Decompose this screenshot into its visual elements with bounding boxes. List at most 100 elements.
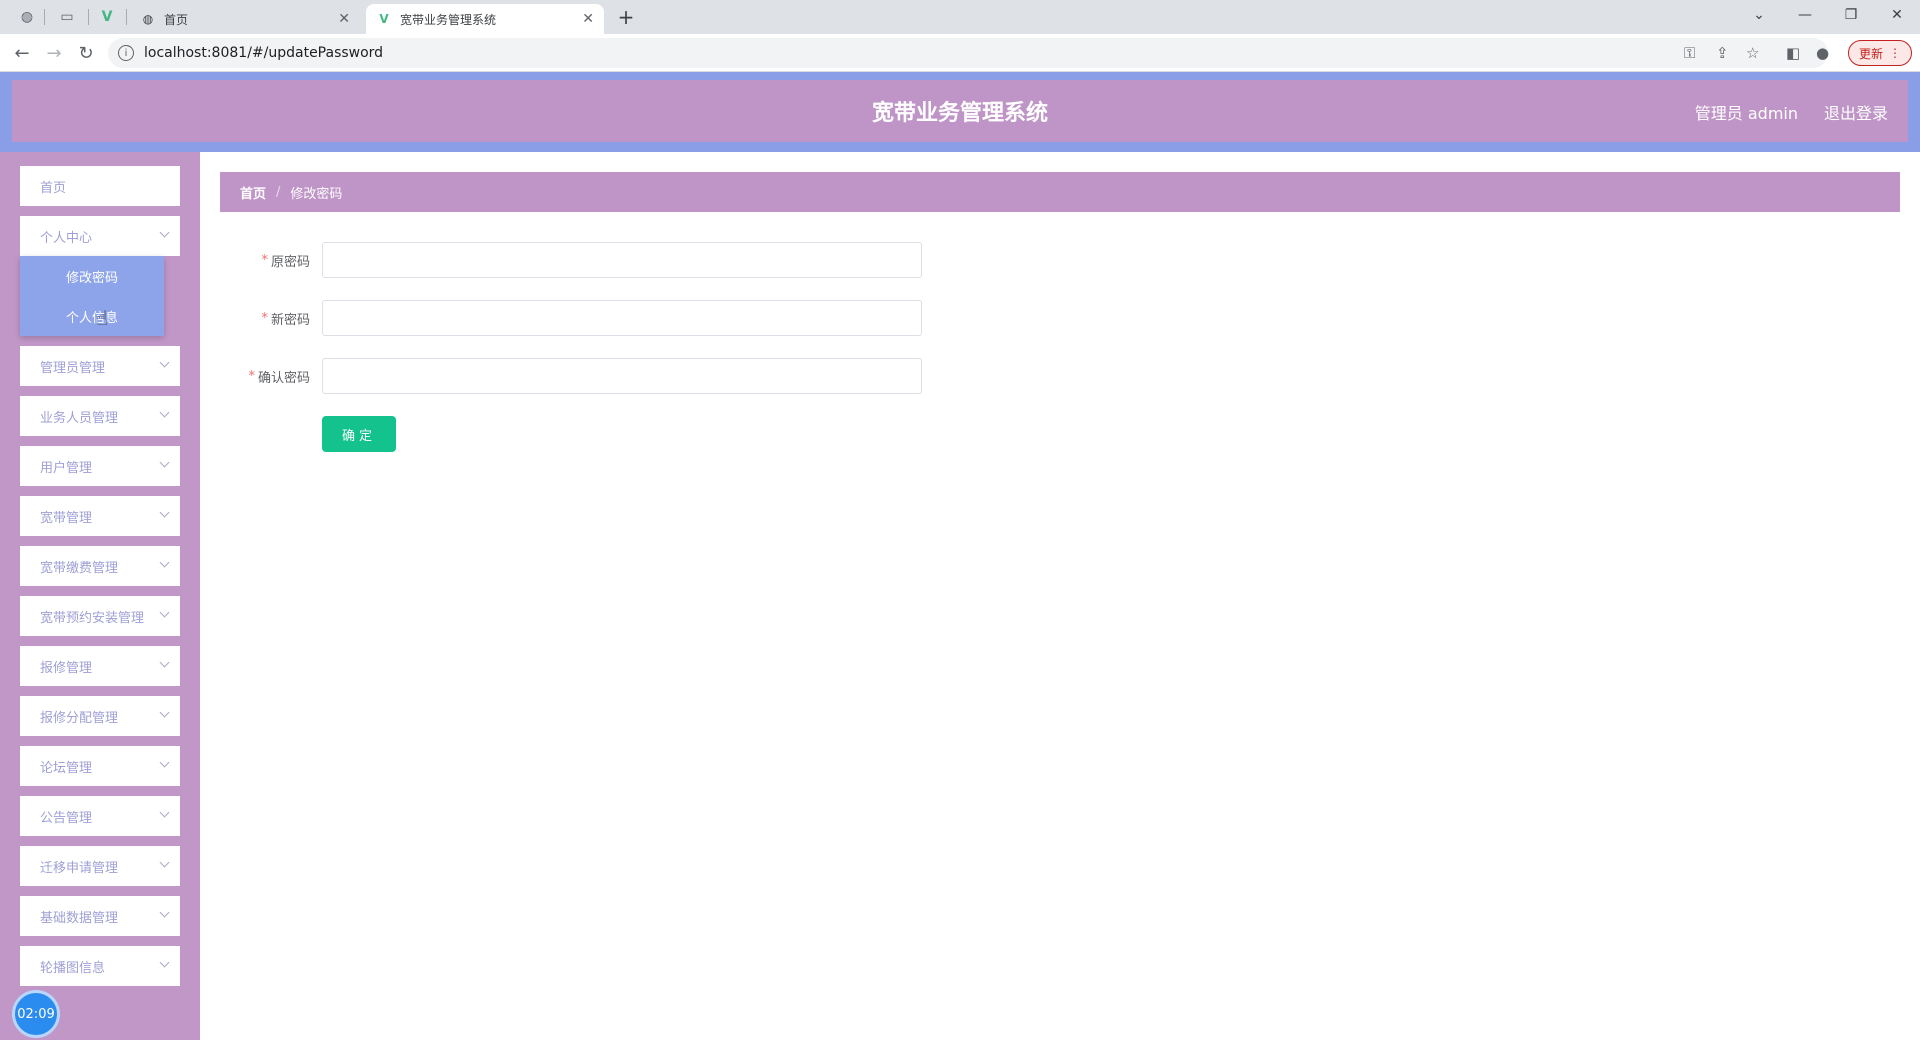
sidebar-item-label: 论坛管理 [40, 760, 93, 776]
chevron-down-icon [159, 457, 170, 468]
confirm-button[interactable]: 确定 [322, 416, 396, 452]
globe-icon[interactable]: ◍ [12, 6, 42, 28]
globe-icon: ◍ [142, 12, 154, 26]
logout-link[interactable]: 退出登录 [1824, 100, 1888, 124]
sidebar-item-carousel[interactable]: 轮播图信息 [20, 946, 180, 986]
tab-search-icon[interactable]: ⌄ [1736, 0, 1782, 30]
sidebar-item-label: 首页 [40, 180, 67, 196]
submenu-item-personal-info[interactable]: 个人信息 [20, 296, 164, 336]
field-label-text: 原密码 [270, 254, 310, 270]
hand-cursor-icon: ☝ [96, 306, 109, 330]
sidebar-item-label: 宽带预约安装管理 [40, 610, 145, 626]
sidebar-item-forum-management[interactable]: 论坛管理 [20, 746, 180, 786]
sidebar-item-repair-assignment[interactable]: 报修分配管理 [20, 696, 180, 736]
confirm-password-label: * 确认密码 [220, 358, 310, 394]
browser-tab-bar: ◍ ▭ V ◍ 首页 ✕ V 宽带业务管理系统 ✕ + ⌄ — ❐ ✕ [0, 0, 1920, 34]
key-icon[interactable]: ⚿ [1684, 44, 1695, 62]
chevron-down-icon [159, 507, 170, 518]
blank-page-icon[interactable]: ▭ [52, 6, 82, 28]
tab-home[interactable]: ◍ 首页 ✕ [130, 4, 360, 34]
sidebar-item-broadband-management[interactable]: 宽带管理 [20, 496, 180, 536]
tab-separator [44, 9, 45, 25]
sidebar-item-label: 迁移申请管理 [40, 860, 119, 876]
main-content: 首页 / 修改密码 * 原密码 * 新密码 * 确认密码 确定 [200, 152, 1920, 1040]
vue-icon[interactable]: V [92, 6, 122, 28]
info-icon[interactable]: i [118, 45, 134, 61]
reload-icon[interactable]: ↻ [72, 40, 100, 66]
address-bar[interactable]: i localhost:8081/#/updatePassword [108, 38, 1828, 68]
sidebar-item-label: 管理员管理 [40, 360, 106, 376]
side-panel-icon[interactable]: ◧ [1786, 44, 1800, 62]
breadcrumb-current: 修改密码 [290, 186, 343, 202]
sidebar-item-label: 轮播图信息 [40, 960, 106, 976]
chevron-down-icon [159, 757, 170, 768]
sidebar-item-label: 基础数据管理 [40, 910, 119, 926]
restore-icon[interactable]: ❐ [1828, 0, 1874, 30]
old-password-label: * 原密码 [220, 242, 310, 278]
update-button[interactable]: 更新 ⋮ [1848, 40, 1912, 66]
close-icon[interactable]: ✕ [582, 11, 594, 27]
sidebar-item-payment-management[interactable]: 宽带缴费管理 [20, 546, 180, 586]
profile-icon[interactable]: ● [1816, 44, 1829, 62]
sidebar-item-personal-center[interactable]: 个人中心 [20, 216, 180, 256]
field-label-text: 新密码 [270, 312, 310, 328]
current-user: 管理员 admin [1694, 104, 1798, 123]
form-row-confirm-password: * 确认密码 [220, 358, 940, 394]
sidebar-item-migration-requests[interactable]: 迁移申请管理 [20, 846, 180, 886]
minimize-icon[interactable]: — [1782, 0, 1828, 30]
breadcrumb-home[interactable]: 首页 [240, 183, 266, 202]
sidebar-item-user-management[interactable]: 用户管理 [20, 446, 180, 486]
breadcrumb-separator: / [276, 184, 281, 200]
chevron-down-icon [159, 807, 170, 818]
personal-center-submenu: 修改密码 个人信息 [20, 256, 164, 336]
new-tab-button[interactable]: + [612, 4, 640, 30]
star-icon[interactable]: ☆ [1746, 44, 1759, 62]
chevron-down-icon [159, 907, 170, 918]
new-password-input[interactable] [322, 300, 922, 336]
tab-separator [88, 9, 89, 25]
form-row-old-password: * 原密码 [220, 242, 940, 278]
new-password-label: * 新密码 [220, 300, 310, 336]
chevron-down-icon [159, 857, 170, 868]
sidebar-item-admin-management[interactable]: 管理员管理 [20, 346, 180, 386]
chevron-down-icon [159, 607, 170, 618]
sidebar-item-label: 公告管理 [40, 810, 93, 826]
old-password-input[interactable] [322, 242, 922, 278]
required-mark: * [248, 368, 255, 384]
chevron-down-icon [159, 407, 170, 418]
back-icon[interactable]: ← [8, 40, 36, 66]
sidebar-item-label: 宽带缴费管理 [40, 560, 119, 576]
chevron-down-icon [159, 707, 170, 718]
sidebar-item-label: 业务人员管理 [40, 410, 119, 426]
submenu-item-change-password[interactable]: 修改密码 [20, 256, 164, 296]
sidebar-item-notice-management[interactable]: 公告管理 [20, 796, 180, 836]
vue-icon: V [379, 12, 389, 26]
sidebar-item-install-booking[interactable]: 宽带预约安装管理 [20, 596, 180, 636]
sidebar-item-staff-management[interactable]: 业务人员管理 [20, 396, 180, 436]
clock-badge: 02:09 [12, 990, 60, 1038]
app-title: 宽带业务管理系统 [871, 101, 1048, 126]
form-row-new-password: * 新密码 [220, 300, 940, 336]
chevron-down-icon [159, 957, 170, 968]
app-header-bar: 宽带业务管理系统 管理员 admin 退出登录 [12, 80, 1908, 142]
sidebar-item-label: 报修管理 [40, 660, 93, 676]
sidebar-item-label: 宽带管理 [40, 510, 93, 526]
confirm-password-input[interactable] [322, 358, 922, 394]
window-close-icon[interactable]: ✕ [1874, 0, 1920, 30]
sidebar-item-base-data[interactable]: 基础数据管理 [20, 896, 180, 936]
chevron-down-icon [159, 227, 170, 238]
sidebar-item-label: 用户管理 [40, 460, 93, 476]
chevron-down-icon [159, 657, 170, 668]
share-icon[interactable]: ⇪ [1716, 44, 1729, 62]
sidebar-item-label: 个人中心 [40, 230, 93, 246]
tab-active[interactable]: V 宽带业务管理系统 ✕ [366, 4, 604, 34]
forward-icon[interactable]: → [40, 40, 68, 66]
required-mark: * [261, 310, 268, 326]
sidebar-item-home[interactable]: 首页 [20, 166, 180, 206]
chevron-down-icon [159, 357, 170, 368]
tab-title: 宽带业务管理系统 [400, 12, 497, 27]
close-icon[interactable]: ✕ [338, 11, 350, 27]
tab-separator [126, 9, 127, 25]
sidebar-item-repair-management[interactable]: 报修管理 [20, 646, 180, 686]
required-mark: * [261, 252, 268, 268]
